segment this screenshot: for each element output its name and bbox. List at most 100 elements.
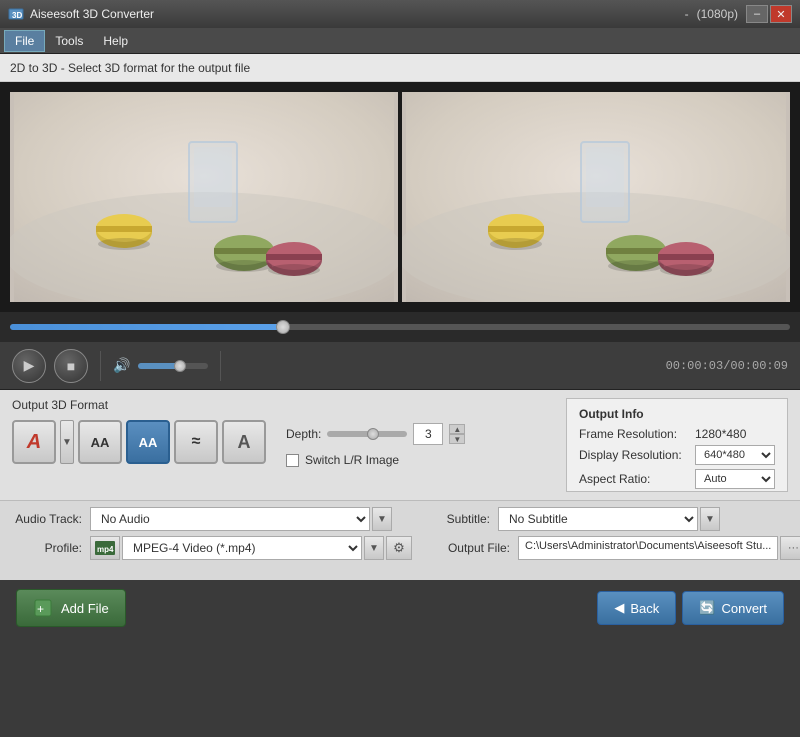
- profile-label: Profile:: [12, 541, 82, 555]
- play-button[interactable]: ▶: [12, 349, 46, 383]
- depth-section: Depth: 3 ▲ ▼ Switch L/R Image: [276, 398, 475, 492]
- convert-button[interactable]: 🔄 Convert: [682, 591, 784, 625]
- audio-track-label: Audio Track:: [12, 512, 82, 526]
- stop-button[interactable]: ■: [54, 349, 88, 383]
- output-file-value: C:\Users\Administrator\Documents\Aiseeso…: [518, 536, 778, 560]
- options-area: Output 3D Format A ▼ AA AA ≈ A Depth: 3 …: [0, 390, 800, 500]
- add-file-button[interactable]: + Add File: [16, 589, 126, 627]
- format-split-btn[interactable]: A: [222, 420, 266, 464]
- back-label: Back: [630, 601, 659, 616]
- output-info-section: Output Info Frame Resolution: 1280*480 D…: [566, 398, 788, 492]
- depth-label: Depth:: [286, 427, 321, 441]
- volume-thumb[interactable]: [174, 360, 186, 372]
- depth-up-arrow[interactable]: ▲: [449, 424, 465, 434]
- output-file-dots-btn[interactable]: ···: [780, 536, 800, 560]
- frame-res-label: Frame Resolution:: [579, 427, 689, 441]
- status-bar: 2D to 3D - Select 3D format for the outp…: [0, 54, 800, 82]
- scene-svg-left: [10, 92, 398, 302]
- app-title: Aiseesoft 3D Converter: [30, 7, 685, 21]
- display-res-select[interactable]: 640*480: [695, 445, 775, 465]
- minimize-button[interactable]: –: [746, 5, 768, 23]
- format-anaglyph-arrow[interactable]: ▼: [60, 420, 74, 464]
- output-file-label: Output File:: [440, 541, 510, 555]
- preview-scene-right: [402, 92, 790, 302]
- menu-help[interactable]: Help: [93, 31, 138, 51]
- bottom-fields: Audio Track: No Audio ▼ Subtitle: No Sub…: [0, 500, 800, 580]
- menu-tools[interactable]: Tools: [45, 31, 93, 51]
- format-section: Output 3D Format A ▼ AA AA ≈ A: [12, 398, 266, 492]
- audio-track-select-wrap: No Audio ▼: [90, 507, 392, 531]
- profile-settings-btn[interactable]: ⚙: [386, 536, 412, 560]
- format-anaglyph-btn[interactable]: A: [12, 420, 56, 464]
- switch-lr-label: Switch L/R Image: [305, 453, 399, 467]
- menu-bar: File Tools Help: [0, 28, 800, 54]
- volume-slider[interactable]: [138, 363, 208, 369]
- audio-track-select[interactable]: No Audio: [90, 507, 370, 531]
- menu-file[interactable]: File: [4, 30, 45, 52]
- resolution-label: (1080p): [697, 7, 738, 21]
- aspect-ratio-select[interactable]: Auto: [695, 469, 775, 489]
- time-display: 00:00:03/00:00:09: [666, 359, 788, 373]
- seek-area: [0, 312, 800, 342]
- svg-text:3D: 3D: [12, 11, 22, 20]
- depth-slider[interactable]: [327, 431, 407, 437]
- output-file-wrap: C:\Users\Administrator\Documents\Aiseeso…: [518, 536, 800, 560]
- svg-text:mp4: mp4: [97, 545, 114, 554]
- depth-down-arrow[interactable]: ▼: [449, 434, 465, 444]
- profile-select-wrap: mp4 MPEG-4 Video (*.mp4) ▼ ⚙: [90, 536, 412, 560]
- play-icon: ▶: [24, 357, 35, 374]
- controls-separator-2: [220, 351, 221, 381]
- preview-left: [10, 92, 398, 302]
- svg-text:+: +: [37, 602, 44, 616]
- preview-area: [0, 82, 800, 312]
- window-controls: – ✕: [746, 5, 792, 23]
- audio-track-arrow[interactable]: ▼: [372, 507, 392, 531]
- volume-icon: 🔊: [113, 357, 130, 374]
- app-icon: 3D: [8, 6, 24, 22]
- status-text: 2D to 3D - Select 3D format for the outp…: [10, 61, 250, 75]
- back-icon: ◀: [614, 600, 624, 616]
- display-res-label: Display Resolution:: [579, 448, 689, 462]
- title-bar: 3D Aiseesoft 3D Converter - (1080p) – ✕: [0, 0, 800, 28]
- seek-bar[interactable]: [10, 324, 790, 330]
- format-sbs2-btn[interactable]: AA: [126, 420, 170, 464]
- aspect-ratio-label: Aspect Ratio:: [579, 472, 689, 486]
- convert-icon: 🔄: [699, 600, 715, 616]
- action-bar: + Add File ◀ Back 🔄 Convert: [0, 580, 800, 636]
- subtitle-label: Subtitle:: [420, 512, 490, 526]
- format-section-label: Output 3D Format: [12, 398, 266, 412]
- add-file-icon: +: [33, 598, 53, 618]
- preview-right: [402, 92, 790, 302]
- depth-row: Depth: 3 ▲ ▼: [286, 423, 465, 445]
- audio-track-row: Audio Track: No Audio ▼ Subtitle: No Sub…: [12, 507, 788, 531]
- format-topbottom-btn[interactable]: ≈: [174, 420, 218, 464]
- depth-arrows: ▲ ▼: [449, 424, 465, 444]
- frame-res-row: Frame Resolution: 1280*480: [579, 427, 775, 441]
- stop-icon: ■: [67, 358, 75, 374]
- close-button[interactable]: ✕: [770, 5, 792, 23]
- format-buttons: A ▼ AA AA ≈ A: [12, 420, 266, 464]
- title-bar-separator: -: [685, 7, 689, 21]
- subtitle-select[interactable]: No Subtitle: [498, 507, 698, 531]
- profile-icon: mp4: [90, 536, 120, 560]
- controls-separator-1: [100, 351, 101, 381]
- seek-fill: [10, 324, 283, 330]
- add-file-label: Add File: [61, 601, 109, 616]
- switch-lr-checkbox[interactable]: [286, 454, 299, 467]
- frame-res-value: 1280*480: [695, 427, 746, 441]
- back-button[interactable]: ◀ Back: [597, 591, 676, 625]
- seek-thumb[interactable]: [276, 320, 290, 334]
- display-res-row: Display Resolution: 640*480: [579, 445, 775, 465]
- mp4-icon: mp4: [95, 541, 115, 555]
- profile-arrow[interactable]: ▼: [364, 536, 384, 560]
- format-sbs-btn[interactable]: AA: [78, 420, 122, 464]
- profile-select[interactable]: MPEG-4 Video (*.mp4): [122, 536, 362, 560]
- scene-svg-right: [402, 92, 790, 302]
- subtitle-select-wrap: No Subtitle ▼: [498, 507, 720, 531]
- preview-scene-left: [10, 92, 398, 302]
- switch-row: Switch L/R Image: [286, 453, 465, 467]
- aspect-ratio-row: Aspect Ratio: Auto: [579, 469, 775, 489]
- depth-value: 3: [413, 423, 443, 445]
- depth-thumb: [367, 428, 379, 440]
- subtitle-arrow[interactable]: ▼: [700, 507, 720, 531]
